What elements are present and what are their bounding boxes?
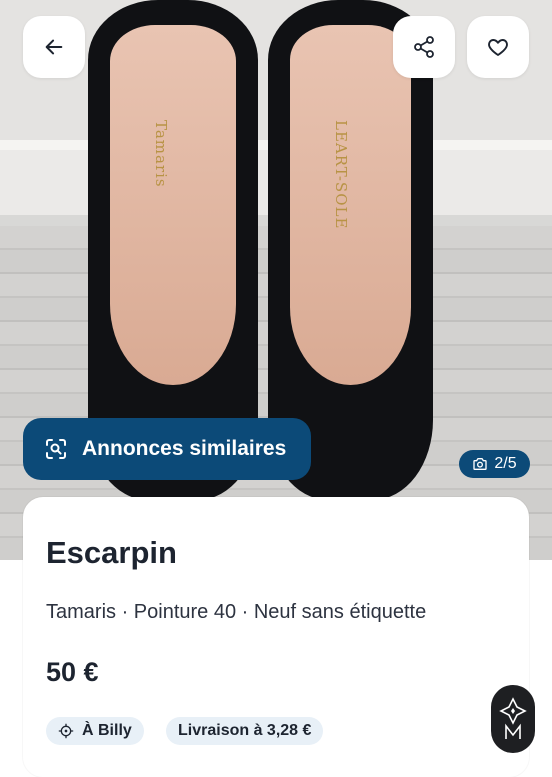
listing-title: Escarpin — [46, 535, 177, 570]
share-button[interactable] — [393, 16, 455, 78]
shoe-right-brand-print: LEART-SOLE — [332, 120, 350, 229]
similar-listings-button[interactable]: Annonces similaires — [23, 418, 311, 480]
favorite-button[interactable] — [467, 16, 529, 78]
location-target-icon — [58, 723, 74, 739]
brand-print-text-2: LEART-SOLE — [332, 120, 350, 230]
back-button[interactable] — [23, 16, 85, 78]
share-icon — [414, 36, 434, 58]
photo-counter-text: 2/5 — [494, 455, 517, 472]
similar-listings-label: Annonces similaires — [82, 437, 287, 460]
location-text: À Billy — [82, 722, 132, 739]
shoe-right-lining: LEART-SOLE — [290, 25, 411, 385]
listing-subtitle: Tamaris · Pointure 40 · Neuf sans étique… — [46, 601, 427, 623]
location-chip[interactable]: À Billy — [46, 717, 144, 745]
visual-search-icon — [46, 439, 66, 459]
shoe-left-lining: Tamaris — [110, 25, 236, 385]
floating-app-logo[interactable] — [491, 685, 535, 753]
brand-print-text: Tamaris — [152, 120, 170, 188]
listing-price: 50 € — [46, 657, 99, 687]
camera-icon — [473, 458, 488, 470]
listing-card: Escarpin Tamaris · Pointure 40 · Neuf sa… — [23, 497, 529, 777]
shoe-left-brand-print: Tamaris — [152, 120, 170, 188]
photo-counter-badge[interactable]: 2/5 — [459, 450, 530, 478]
arrow-left-icon — [45, 39, 63, 55]
app-logo-icon — [499, 697, 527, 739]
heart-icon — [488, 39, 508, 56]
shipping-chip[interactable]: Livraison à 3,28 € — [166, 717, 324, 745]
shipping-text: Livraison à 3,28 € — [178, 722, 312, 739]
